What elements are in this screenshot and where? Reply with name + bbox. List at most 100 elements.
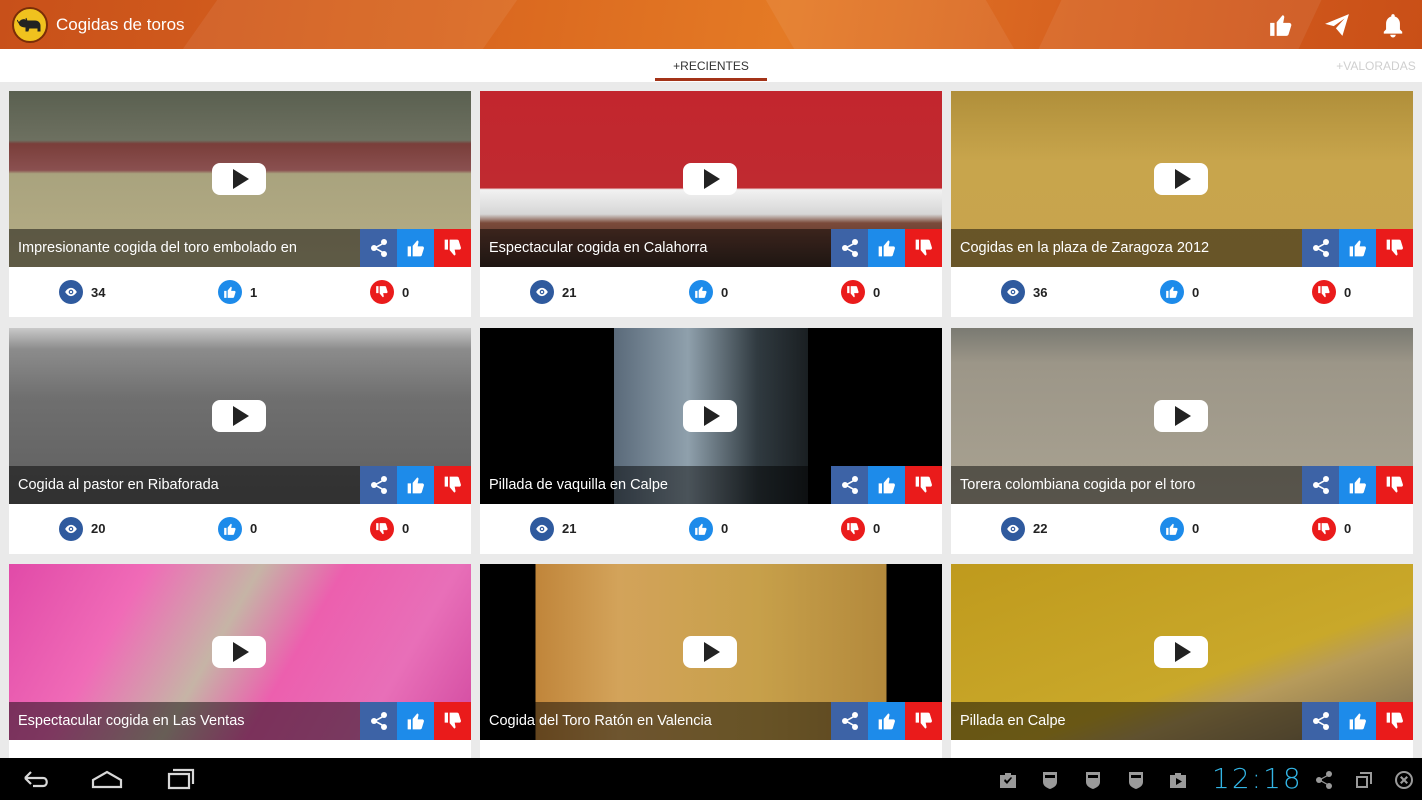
share-icon bbox=[840, 238, 860, 258]
play-button[interactable] bbox=[683, 163, 737, 195]
tab-bar: +RECIENTES +VALORADAS bbox=[0, 49, 1422, 82]
video-card[interactable]: Pillada de vaquilla en Calpe 21 0 0 bbox=[480, 327, 942, 554]
likes-count: 0 bbox=[689, 516, 728, 541]
thumbs-up-icon bbox=[877, 238, 897, 258]
video-title: Cogida del Toro Ratón en Valencia bbox=[480, 702, 832, 740]
share-icon bbox=[369, 238, 389, 258]
tab-recientes[interactable]: +RECIENTES bbox=[655, 49, 767, 82]
dislikes-value: 0 bbox=[402, 284, 410, 300]
video-card[interactable]: Pillada en Calpe bbox=[951, 564, 1413, 790]
back-button[interactable] bbox=[14, 764, 58, 794]
share-button[interactable] bbox=[1302, 229, 1339, 267]
play-button[interactable] bbox=[1154, 636, 1208, 668]
thumbs-down-icon bbox=[841, 516, 865, 541]
dislike-button[interactable] bbox=[434, 702, 471, 740]
like-button[interactable] bbox=[868, 465, 905, 504]
thumbs-up-icon bbox=[1348, 238, 1368, 258]
bull-icon bbox=[17, 17, 41, 31]
dislikes-count: 0 bbox=[370, 516, 409, 541]
dislikes-count: 0 bbox=[841, 516, 880, 541]
dislike-button[interactable] bbox=[1376, 229, 1413, 267]
thumbs-up-icon bbox=[877, 711, 897, 731]
play-button[interactable] bbox=[1154, 163, 1208, 195]
thumbs-up-icon bbox=[1348, 475, 1368, 495]
play-button[interactable] bbox=[212, 399, 266, 432]
like-button[interactable] bbox=[868, 229, 905, 267]
video-card[interactable]: Torera colombiana cogida por el toro 22 … bbox=[951, 327, 1413, 554]
share-button[interactable] bbox=[1302, 465, 1339, 504]
like-button[interactable] bbox=[397, 702, 434, 740]
dislike-button[interactable] bbox=[905, 229, 942, 267]
video-title: Pillada en Calpe bbox=[951, 702, 1303, 740]
like-button[interactable] bbox=[1339, 465, 1376, 504]
dislike-button[interactable] bbox=[905, 702, 942, 740]
video-title: Espectacular cogida en Las Ventas bbox=[9, 702, 361, 740]
video-card[interactable]: Espectacular cogida en Las Ventas bbox=[9, 564, 471, 790]
close-circle-icon[interactable] bbox=[1392, 768, 1416, 792]
share-button[interactable] bbox=[831, 465, 868, 504]
dislike-button[interactable] bbox=[434, 465, 471, 504]
video-card[interactable]: Cogida del Toro Ratón en Valencia bbox=[480, 564, 942, 790]
notifications-button[interactable] bbox=[1378, 10, 1408, 40]
views-count: 20 bbox=[59, 516, 105, 541]
views-count: 21 bbox=[530, 516, 576, 541]
video-title: Cogida al pastor en Ribaforada bbox=[9, 465, 361, 504]
video-card[interactable]: Espectacular cogida en Calahorra 21 0 0 bbox=[480, 91, 942, 317]
video-title: Impresionante cogida del toro embolado e… bbox=[9, 229, 361, 267]
video-card[interactable]: Cogidas en la plaza de Zaragoza 2012 36 … bbox=[951, 91, 1413, 317]
play-button[interactable] bbox=[1154, 399, 1208, 432]
eye-icon bbox=[530, 280, 554, 304]
thumbs-up-icon bbox=[689, 516, 713, 541]
thumbs-down-icon bbox=[443, 475, 463, 495]
likes-value: 1 bbox=[250, 284, 258, 300]
dislikes-value: 0 bbox=[1344, 521, 1352, 536]
share-button[interactable] bbox=[360, 229, 397, 267]
thumbs-up-icon bbox=[1270, 14, 1292, 36]
dislikes-value: 0 bbox=[873, 284, 881, 300]
play-button[interactable] bbox=[683, 399, 737, 432]
window-icon[interactable] bbox=[1352, 768, 1376, 792]
dislike-button[interactable] bbox=[905, 465, 942, 504]
share-button[interactable] bbox=[360, 465, 397, 504]
video-stats: 36 0 0 bbox=[951, 267, 1413, 317]
tab-valoradas[interactable]: +VALORADAS bbox=[1330, 49, 1422, 82]
video-card[interactable]: Cogida al pastor en Ribaforada 20 0 0 bbox=[9, 327, 471, 554]
like-button[interactable] bbox=[1339, 229, 1376, 267]
dislike-button[interactable] bbox=[434, 229, 471, 267]
thumbs-up-icon bbox=[406, 711, 426, 731]
thumbs-up-icon bbox=[1348, 711, 1368, 731]
play-button[interactable] bbox=[212, 636, 266, 668]
thumbs-down-icon bbox=[443, 711, 463, 731]
like-button[interactable] bbox=[397, 465, 434, 504]
share-button[interactable] bbox=[1302, 702, 1339, 740]
likes-value: 0 bbox=[250, 521, 258, 536]
dislike-button[interactable] bbox=[1376, 465, 1413, 504]
like-button[interactable] bbox=[397, 229, 434, 267]
share-button[interactable] bbox=[360, 702, 397, 740]
share-button[interactable] bbox=[831, 229, 868, 267]
recent-apps-button[interactable] bbox=[158, 764, 202, 794]
video-card[interactable]: Impresionante cogida del toro embolado e… bbox=[9, 91, 471, 317]
bell-icon bbox=[1383, 13, 1403, 37]
thumbs-up-icon bbox=[218, 516, 242, 541]
send-button[interactable] bbox=[1322, 10, 1352, 40]
thumbs-down-icon bbox=[370, 280, 394, 304]
likes-count: 0 bbox=[1160, 280, 1199, 304]
likes-value: 0 bbox=[1192, 284, 1200, 300]
like-button[interactable] bbox=[1339, 702, 1376, 740]
play-button[interactable] bbox=[683, 636, 737, 668]
share-button[interactable] bbox=[831, 702, 868, 740]
eye-icon bbox=[530, 516, 554, 541]
play-button[interactable] bbox=[212, 163, 266, 195]
rate-app-button[interactable] bbox=[1266, 10, 1296, 40]
app-logo[interactable] bbox=[12, 6, 48, 43]
dislike-button[interactable] bbox=[1376, 702, 1413, 740]
share-icon bbox=[1312, 768, 1336, 792]
thumbs-down-icon bbox=[1385, 475, 1405, 495]
home-button[interactable] bbox=[85, 764, 129, 794]
thumbs-down-icon bbox=[1312, 280, 1336, 304]
app-title: Cogidas de toros bbox=[56, 14, 185, 34]
dislikes-count: 0 bbox=[1312, 280, 1351, 304]
like-button[interactable] bbox=[868, 702, 905, 740]
system-navigation-bar: 12:18 bbox=[0, 758, 1422, 800]
